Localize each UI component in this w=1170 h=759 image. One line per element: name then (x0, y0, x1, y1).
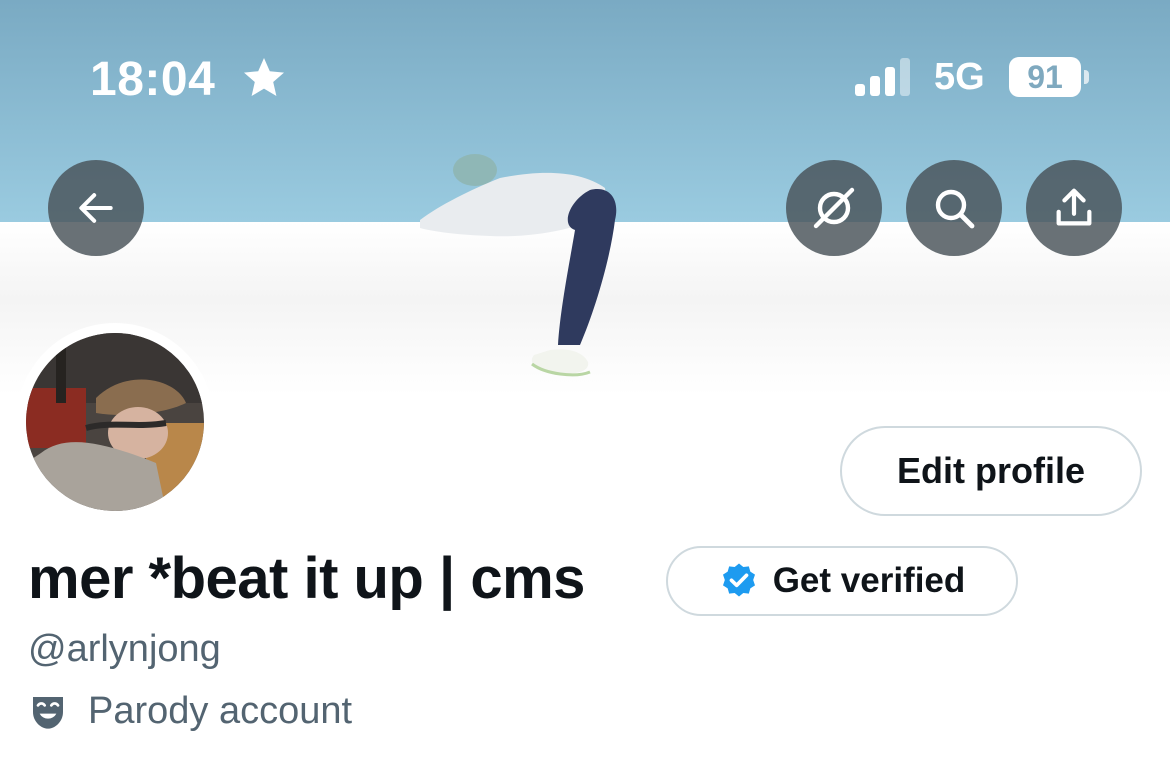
user-handle: @arlynjong (28, 628, 221, 670)
status-bar: 18:04 5G 91 (0, 0, 1170, 150)
back-button[interactable] (48, 160, 144, 256)
network-type: 5G (934, 56, 985, 98)
share-button[interactable] (1026, 160, 1122, 256)
battery-tip (1084, 70, 1089, 84)
parody-mask-icon (33, 696, 63, 729)
edit-profile-label: Edit profile (897, 450, 1085, 491)
battery-level: 91 (1027, 59, 1063, 95)
star-icon (244, 58, 284, 96)
get-verified-label: Get verified (772, 561, 966, 600)
verified-badge-icon (722, 563, 755, 597)
search-button[interactable] (906, 160, 1002, 256)
edit-profile-button[interactable]: Edit profile (840, 426, 1142, 516)
status-time: 18:04 (90, 53, 216, 106)
parody-account-label: Parody account (88, 690, 353, 732)
share-icon (1056, 188, 1092, 226)
display-name: mer *beat it up | cms (28, 546, 585, 611)
search-icon (935, 189, 975, 229)
back-arrow-icon (79, 193, 113, 223)
get-verified-button[interactable]: Get verified (666, 546, 1018, 616)
avatar[interactable] (26, 333, 204, 511)
avatar-image (26, 333, 204, 511)
grok-icon (813, 187, 855, 229)
banner-person-image (420, 154, 617, 377)
battery-icon: 91 (1009, 57, 1081, 97)
parody-account-label-row[interactable]: Parody account (28, 690, 352, 733)
cellular-signal-icon (855, 58, 910, 96)
grok-button[interactable] (786, 160, 882, 256)
